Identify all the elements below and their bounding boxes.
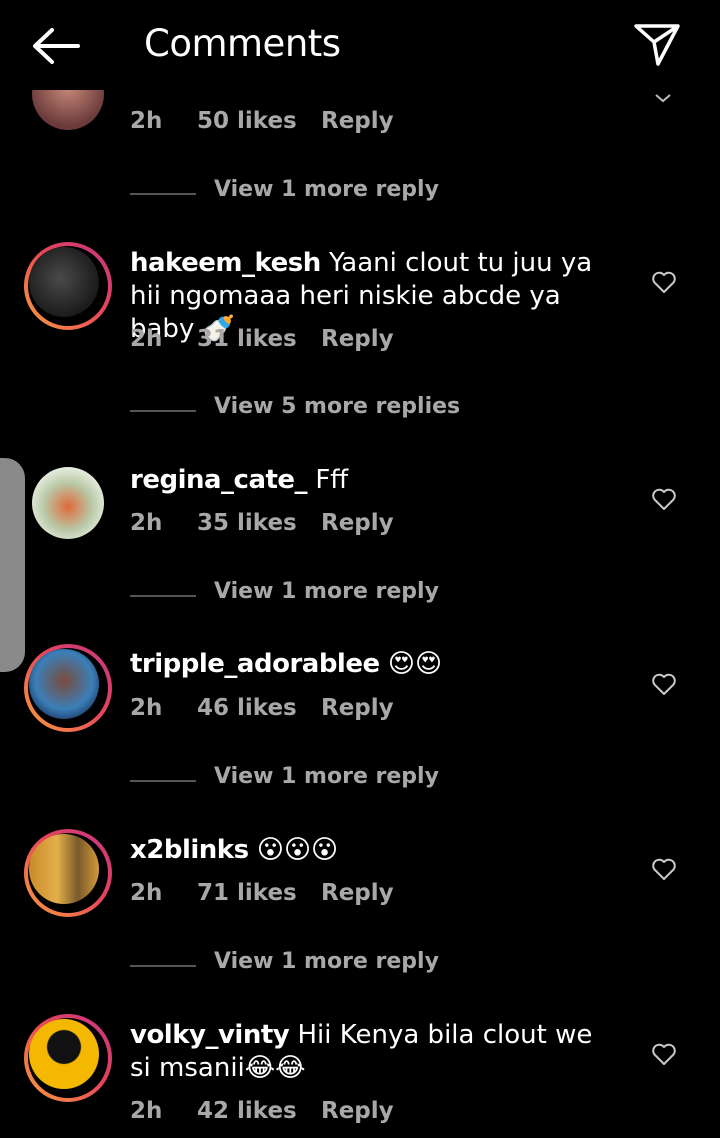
comment-emoji: 😂😂 bbox=[244, 1053, 306, 1083]
edge-panel-handle[interactable] bbox=[0, 458, 25, 672]
view-more-label: View 1 more reply bbox=[214, 579, 439, 604]
comment-text: x2blinks 😮😮😮 bbox=[130, 834, 620, 867]
avatar[interactable] bbox=[24, 1014, 112, 1102]
reply-button[interactable]: Reply bbox=[321, 880, 394, 906]
reply-button[interactable]: Reply bbox=[321, 326, 394, 352]
view-more-label: View 1 more reply bbox=[214, 949, 439, 974]
likes-count[interactable]: 35 likes bbox=[197, 510, 321, 536]
paper-plane-icon[interactable] bbox=[632, 22, 682, 68]
comment-time: 2h bbox=[130, 695, 163, 721]
view-more-replies[interactable]: View 1 more reply bbox=[130, 177, 550, 207]
comment-username[interactable]: hakeem_kesh bbox=[130, 248, 321, 278]
comment-emoji: 😍😍 bbox=[387, 649, 443, 679]
comment-meta: 2h 31 likes Reply bbox=[130, 326, 394, 352]
comment-username[interactable]: volky_vinty bbox=[130, 1020, 290, 1050]
comment-text: volky_vinty Hii Kenya bila clout we si m… bbox=[130, 1019, 620, 1085]
divider-line bbox=[130, 193, 196, 195]
comment-username[interactable]: regina_cate_ bbox=[130, 465, 308, 495]
reply-button[interactable]: Reply bbox=[321, 695, 394, 721]
comment-body: Fff bbox=[315, 465, 349, 495]
comment-time: 2h bbox=[130, 1098, 163, 1124]
view-more-label: View 1 more reply bbox=[214, 177, 439, 202]
comment-meta: 2h 46 likes Reply bbox=[130, 695, 394, 721]
comment-text: tripple_adorablee 😍😍 bbox=[130, 648, 620, 681]
reply-button[interactable]: Reply bbox=[321, 1098, 394, 1124]
divider-line bbox=[130, 965, 196, 967]
heart-outline-icon[interactable] bbox=[651, 270, 677, 294]
likes-count[interactable]: 46 likes bbox=[197, 695, 321, 721]
divider-line bbox=[130, 780, 196, 782]
comment-meta: 2h 71 likes Reply bbox=[130, 880, 394, 906]
comment-emoji: 😮😮😮 bbox=[256, 835, 339, 865]
heart-outline-icon[interactable] bbox=[651, 857, 677, 881]
avatar[interactable] bbox=[24, 459, 112, 547]
chevron-down-icon[interactable] bbox=[654, 92, 672, 104]
comment-time: 2h bbox=[130, 880, 163, 906]
comment-text: regina_cate_ Fff bbox=[130, 464, 620, 497]
divider-line bbox=[130, 595, 196, 597]
reply-button[interactable]: Reply bbox=[321, 510, 394, 536]
comment-time: 2h bbox=[130, 108, 163, 134]
heart-outline-icon[interactable] bbox=[651, 672, 677, 696]
view-more-replies[interactable]: View 5 more replies bbox=[130, 394, 550, 424]
comment-username[interactable]: x2blinks bbox=[130, 835, 249, 865]
view-more-replies[interactable]: View 1 more reply bbox=[130, 949, 550, 979]
comment-username[interactable]: tripple_adorablee bbox=[130, 649, 380, 679]
back-arrow-icon[interactable] bbox=[30, 26, 82, 66]
view-more-replies[interactable]: View 1 more reply bbox=[130, 579, 550, 609]
reply-button[interactable]: Reply bbox=[321, 108, 394, 134]
view-more-label: View 5 more replies bbox=[214, 394, 461, 419]
avatar[interactable] bbox=[24, 644, 112, 732]
avatar[interactable] bbox=[24, 829, 112, 917]
likes-count[interactable]: 50 likes bbox=[197, 108, 321, 134]
likes-count[interactable]: 71 likes bbox=[197, 880, 321, 906]
comment-meta: 2h 42 likes Reply bbox=[130, 1098, 394, 1124]
comment-meta: 2h 50 likes Reply bbox=[130, 108, 394, 134]
comment-time: 2h bbox=[130, 326, 163, 352]
comment-meta: 2h 35 likes Reply bbox=[130, 510, 394, 536]
top-bar: Comments bbox=[0, 0, 720, 90]
divider-line bbox=[130, 410, 196, 412]
likes-count[interactable]: 42 likes bbox=[197, 1098, 321, 1124]
page-title: Comments bbox=[144, 22, 341, 65]
view-more-label: View 1 more reply bbox=[214, 764, 439, 789]
heart-outline-icon[interactable] bbox=[651, 487, 677, 511]
view-more-replies[interactable]: View 1 more reply bbox=[130, 764, 550, 794]
heart-outline-icon[interactable] bbox=[651, 1042, 677, 1066]
avatar[interactable] bbox=[24, 242, 112, 330]
likes-count[interactable]: 31 likes bbox=[197, 326, 321, 352]
comment-time: 2h bbox=[130, 510, 163, 536]
